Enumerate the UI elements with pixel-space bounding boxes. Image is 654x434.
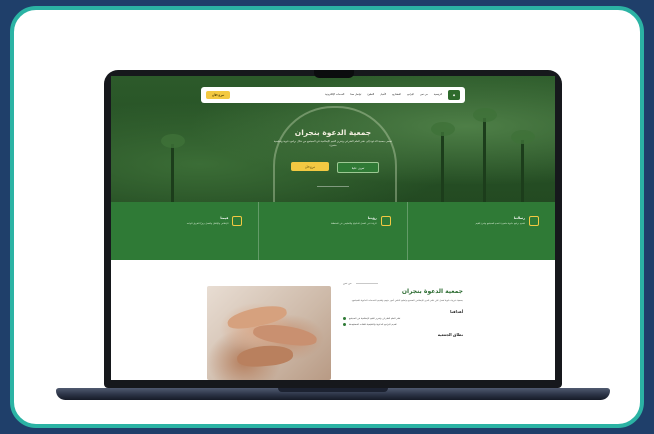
- about-title: جمعية الدعوة بنجران: [401, 288, 463, 295]
- feature-title: قيمنا: [220, 216, 229, 220]
- promo-card: ◆ الرئيسية من نحن البرامج المشاريع الأخب…: [10, 6, 644, 428]
- nav-item-contact[interactable]: تواصل معنا: [350, 93, 361, 97]
- goal-text: تقديم البرامج الدعوية والتعليمية للفئات …: [349, 323, 397, 327]
- nav-item-volunteer[interactable]: التطوع: [367, 93, 374, 97]
- goal-item: نشر العلم الشرعي وتعزيز القيم الإسلامية …: [343, 317, 463, 321]
- about-us-button[interactable]: تعرف علينا: [337, 162, 379, 173]
- feature-card: قيمنا الإخلاص والإتقان والعمل بروح الفري…: [111, 202, 258, 260]
- nav-item-programs[interactable]: البرامج: [407, 93, 414, 97]
- goals-title: أهدافنا: [450, 309, 463, 315]
- feature-desc: الإخلاص والإتقان والعمل بروح الفريق الوا…: [186, 222, 229, 225]
- feature-desc: تقديم برامج دعوية متميزة تخدم المجتمع وت…: [475, 222, 525, 225]
- bullet-icon: [343, 323, 346, 327]
- arch-ornament: [273, 106, 397, 202]
- trackpad-notch: [278, 388, 388, 392]
- hero-description: تسعى جمعية الدعوة إلى نشر العلم الشرعي و…: [273, 140, 393, 147]
- scope-title: نطاق الجمعية: [437, 332, 463, 338]
- palm-tree: [511, 130, 535, 202]
- feature-card: رسالتنا تقديم برامج دعوية متميزة تخدم ال…: [406, 202, 555, 260]
- nav-item-home[interactable]: الرئيسية: [434, 93, 442, 97]
- values-icon: [232, 216, 243, 226]
- logo-icon[interactable]: ◆: [448, 90, 460, 100]
- nav-item-about[interactable]: من نحن: [420, 93, 428, 97]
- features-band: رسالتنا تقديم برامج دعوية متميزة تخدم ال…: [111, 202, 555, 260]
- hand-shape: [236, 343, 294, 369]
- feature-card: رؤيتنا الريادة في العمل الدعوي والتعليمي…: [258, 202, 406, 260]
- donate-nav-button[interactable]: تبرع الآن: [206, 91, 231, 99]
- nav-item-news[interactable]: الأخبار: [380, 93, 386, 97]
- hero-title: جمعية الدعوة بنجران: [294, 128, 372, 137]
- about-description: جمعية خيرية دعوية تعمل على نشر الدين الإ…: [351, 299, 463, 302]
- bullet-icon: [343, 317, 346, 321]
- laptop-screen: ◆ الرئيسية من نحن البرامج المشاريع الأخب…: [111, 76, 555, 380]
- divider: [317, 186, 349, 187]
- hero-buttons: تبرع الآن تعرف علينا: [291, 162, 379, 173]
- feature-title: رسالتنا: [513, 216, 525, 220]
- nav-item-eservices[interactable]: الخدمات الإلكترونية: [325, 93, 344, 97]
- vision-icon: [380, 216, 391, 226]
- hand-shape: [252, 321, 318, 349]
- top-nav: ◆ الرئيسية من نحن البرامج المشاريع الأخب…: [201, 87, 465, 103]
- hero-section: ◆ الرئيسية من نحن البرامج المشاريع الأخب…: [111, 76, 555, 202]
- about-section: من نحن جمعية الدعوة بنجران جمعية خيرية د…: [111, 260, 555, 380]
- goal-item: تقديم البرامج الدعوية والتعليمية للفئات …: [343, 323, 463, 327]
- feature-title: رؤيتنا: [367, 216, 377, 220]
- mission-icon: [529, 216, 539, 226]
- laptop-lid: ◆ الرئيسية من نحن البرامج المشاريع الأخب…: [104, 70, 562, 388]
- tag-divider: [355, 283, 378, 284]
- camera-notch: [314, 70, 354, 78]
- feature-desc: الريادة في العمل الدعوي والتعليمي في الم…: [331, 222, 377, 225]
- laptop-base: [56, 388, 610, 400]
- section-tag: من نحن: [343, 282, 352, 285]
- nav-item-projects[interactable]: المشاريع: [392, 93, 401, 97]
- donate-button[interactable]: تبرع الآن: [291, 162, 329, 171]
- palm-tree: [161, 134, 185, 202]
- about-text: من نحن جمعية الدعوة بنجران جمعية خيرية د…: [343, 282, 463, 337]
- hands-photo: [207, 286, 331, 380]
- goal-text: نشر العلم الشرعي وتعزيز القيم الإسلامية …: [349, 317, 401, 321]
- palm-tree: [431, 122, 455, 202]
